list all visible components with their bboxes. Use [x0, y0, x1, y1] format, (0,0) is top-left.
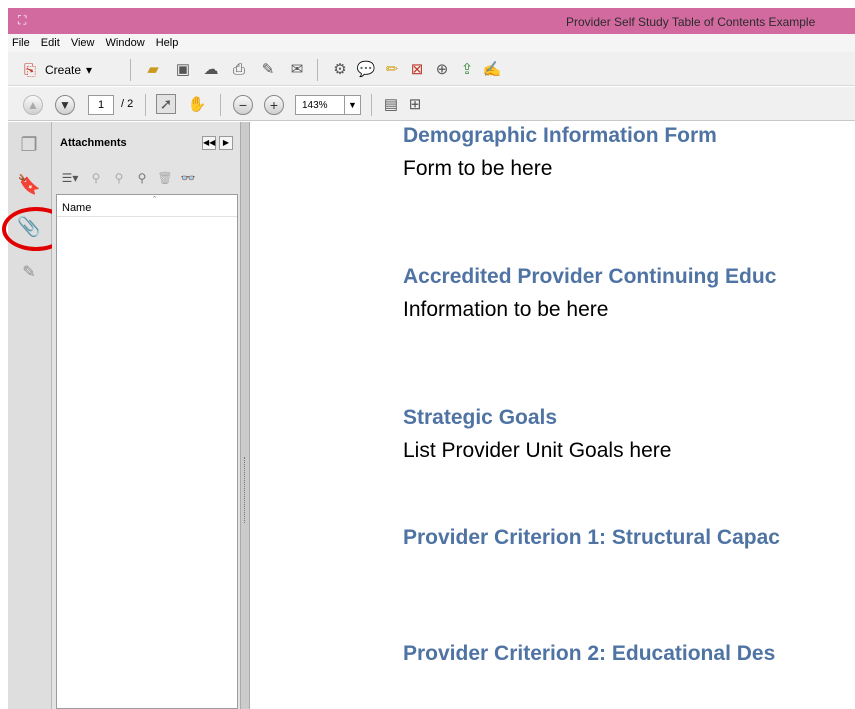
zoom-select[interactable]: 143% ▼	[295, 95, 361, 115]
column-name[interactable]: Name	[62, 202, 91, 214]
upload-cloud-icon[interactable]: ☁	[201, 59, 221, 79]
section-heading: Provider Criterion 2: Educational Des	[403, 642, 776, 665]
toolbar-divider	[317, 59, 318, 81]
menu-window[interactable]: Window	[102, 34, 149, 49]
comment-icon[interactable]: 💬	[356, 59, 376, 79]
toolbar-divider	[371, 94, 372, 116]
hand-tool-icon[interactable]: ✋	[187, 94, 207, 114]
delete-attachment-icon[interactable]: 🗑	[157, 170, 173, 186]
menu-bar: File Edit View Window Help	[8, 34, 855, 52]
section-body: List Provider Unit Goals here	[403, 439, 672, 462]
splitter-grip[interactable]	[244, 457, 246, 523]
create-label: Create	[45, 63, 82, 77]
open-folder-icon[interactable]: ▰	[143, 59, 163, 79]
toolbar-divider	[130, 59, 131, 81]
section-heading: Provider Criterion 1: Structural Capac	[403, 526, 780, 549]
menu-help[interactable]: Help	[152, 34, 183, 49]
toolbar-divider	[220, 94, 221, 116]
section-body: Information to be here	[403, 298, 609, 321]
edit-document-icon[interactable]: ✎	[258, 59, 278, 79]
main-toolbar: ⎘ Create ▾ ▰ ▣ ☁ ⎙ ✎ ✉ ⚙ 💬 ✏ ⊠ ⊕ ⇪ ✍	[8, 52, 855, 86]
chevron-down-icon: ▾	[86, 63, 93, 77]
delete-page-icon[interactable]: ⊠	[407, 59, 427, 79]
sign-document-icon[interactable]: ✍	[482, 59, 502, 79]
page-total: / 2	[121, 98, 134, 110]
fit-page-icon[interactable]: ▤	[381, 94, 401, 114]
find-page-icon[interactable]: ⊕	[432, 59, 452, 79]
section-heading: Strategic Goals	[403, 406, 558, 429]
add-attachment-icon[interactable]: ⚲	[134, 170, 150, 186]
attachments-toolbar: ☰▾ ⚲ ⚲ ⚲ 🗑 👓	[52, 164, 246, 194]
list-header: Name ˆ	[57, 195, 237, 217]
fit-width-icon[interactable]: ⊞	[405, 94, 425, 114]
create-pdf-icon: ⎘	[23, 61, 36, 79]
expand-panel-icon[interactable]: ▶	[219, 136, 233, 150]
menu-file[interactable]: File	[8, 34, 34, 49]
window-title: Provider Self Study Table of Contents Ex…	[566, 15, 816, 29]
email-icon[interactable]: ✉	[287, 59, 307, 79]
collapse-panel-icon[interactable]: ◀◀	[202, 136, 216, 150]
document-view[interactable]: Demographic Information Form Form to be …	[251, 122, 855, 709]
search-attachment-icon[interactable]: 👓	[180, 170, 196, 186]
zoom-in-icon[interactable]: +	[264, 95, 284, 115]
toolbar-divider	[145, 94, 146, 116]
page-thumbnails-icon[interactable]: ❐	[16, 132, 42, 158]
navigation-toolbar: ▲ ▼ 1 / 2 ➚ ✋ − + 143% ▼ ▤ ⊞	[8, 87, 855, 121]
export-page-icon[interactable]: ⇪	[457, 59, 477, 79]
attachments-title: Attachments	[60, 137, 127, 149]
attachments-list[interactable]: Name ˆ	[56, 194, 238, 709]
section-heading: Accredited Provider Continuing Educ	[403, 265, 777, 288]
title-bar: ⛶ Provider Self Study Table of Contents …	[8, 8, 855, 34]
zoom-value: 143%	[302, 100, 328, 111]
open-attachment-icon[interactable]: ⚲	[88, 170, 104, 186]
zoom-out-icon[interactable]: −	[233, 95, 253, 115]
settings-gear-icon[interactable]: ⚙	[330, 59, 350, 79]
acrobat-app-icon[interactable]: ⛶	[18, 13, 32, 27]
print-icon[interactable]: ⎙	[229, 59, 249, 79]
select-cursor-icon[interactable]: ➚	[156, 94, 176, 114]
menu-view[interactable]: View	[67, 34, 99, 49]
attachments-panel: Attachments ◀◀ ▶ ☰▾ ⚲ ⚲ ⚲ 🗑 👓 Name ˆ	[52, 122, 246, 709]
bookmarks-icon[interactable]: 🔖	[16, 172, 42, 198]
panel-splitter[interactable]	[240, 122, 250, 709]
save-icon[interactable]: ▣	[173, 59, 193, 79]
section-heading: Demographic Information Form	[403, 124, 717, 147]
highlight-icon[interactable]: ✏	[382, 59, 402, 79]
create-button[interactable]: ⎘ Create ▾	[20, 59, 92, 81]
next-page-icon[interactable]: ▼	[55, 95, 75, 115]
section-body: Form to be here	[403, 157, 553, 180]
attachments-panel-header: Attachments ◀◀ ▶	[52, 122, 246, 164]
save-attachment-icon[interactable]: ⚲	[111, 170, 127, 186]
sort-indicator-icon: ˆ	[153, 195, 156, 205]
signatures-icon[interactable]: ✎	[16, 259, 42, 285]
menu-edit[interactable]: Edit	[37, 34, 64, 49]
options-menu-icon[interactable]: ☰▾	[59, 170, 81, 186]
page-number-input[interactable]: 1	[88, 95, 114, 115]
chevron-down-icon[interactable]: ▼	[344, 96, 360, 114]
previous-page-icon[interactable]: ▲	[23, 95, 43, 115]
